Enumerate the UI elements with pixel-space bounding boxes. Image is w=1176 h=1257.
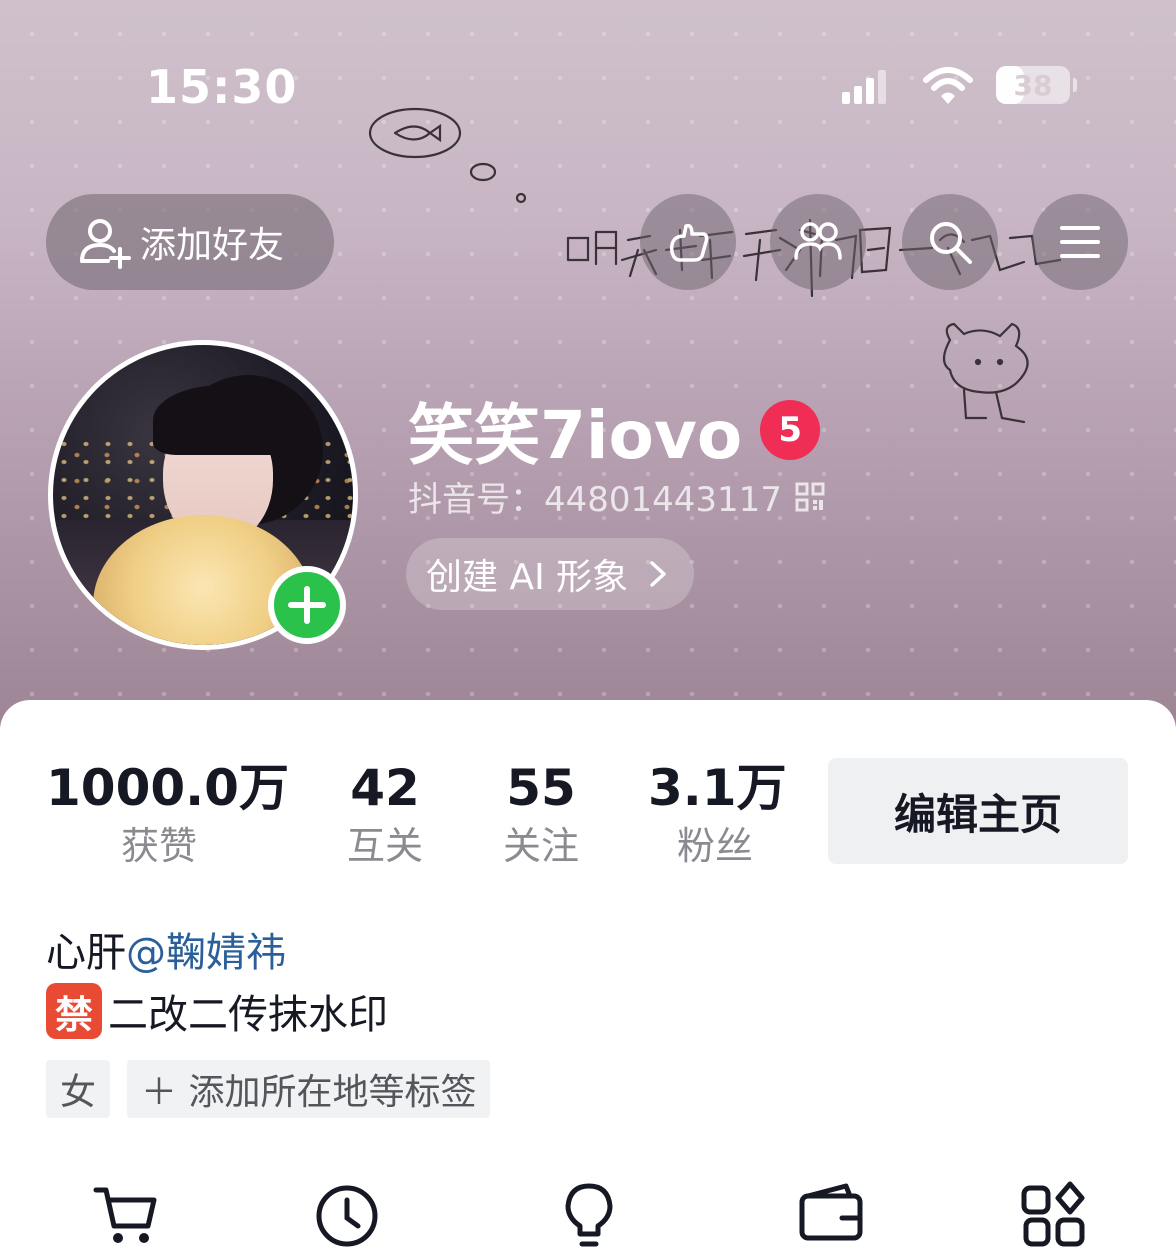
create-ai-avatar-label: 创建 AI 形象	[426, 557, 629, 598]
stat-followers[interactable]: 3.1万 粉丝	[648, 758, 787, 874]
bio-line-2: 禁 二改二传抹水印	[46, 982, 388, 1040]
add-story-button[interactable]	[268, 566, 346, 644]
prohibited-emoji: 禁	[46, 983, 102, 1039]
profile-name: 笑笑7iovo	[408, 397, 743, 474]
battery-level: 38	[1013, 68, 1053, 102]
stat-following-value: 55	[506, 759, 576, 817]
plus-icon	[288, 586, 326, 624]
cart-icon[interactable]	[92, 1180, 162, 1250]
visitor-button[interactable]	[640, 194, 736, 290]
bio-mention-link[interactable]: @鞠婧祎	[126, 930, 286, 976]
add-tag-button[interactable]: ＋ 添加所在地等标签	[127, 1060, 491, 1118]
douyin-id: 抖音号：44801443117	[408, 480, 782, 520]
stat-followers-value: 3.1万	[648, 759, 787, 817]
edit-profile-button[interactable]: 编辑主页	[828, 758, 1128, 864]
clock-icon[interactable]	[312, 1180, 382, 1250]
stat-likes-value: 1000.0万	[46, 759, 289, 817]
create-ai-avatar-button[interactable]: 创建 AI 形象	[406, 538, 695, 610]
signal-icon	[842, 70, 886, 104]
profile-name-row: 笑笑7iovo 5	[408, 382, 821, 478]
status-time: 15:30	[146, 60, 298, 114]
stat-mutual-label: 互关	[346, 824, 423, 868]
stat-mutual[interactable]: 42 互关	[330, 758, 440, 874]
douyin-id-row[interactable]: 抖音号：44801443117	[408, 472, 826, 521]
gender-tag[interactable]: 女	[46, 1060, 111, 1118]
qr-code-icon[interactable]	[794, 481, 826, 513]
lightbulb-icon[interactable]	[554, 1180, 624, 1250]
search-button[interactable]	[902, 194, 998, 290]
stat-likes[interactable]: 1000.0万 获赞	[46, 758, 289, 874]
friends-icon	[794, 222, 842, 260]
friends-button[interactable]	[770, 194, 866, 290]
profile-header-background: 15:30 38 添加好友 笑笑7iovo 5 抖音号：44801443117 …	[0, 0, 1176, 740]
menu-icon	[1060, 226, 1100, 258]
bio-text-2: 二改二传抹水印	[108, 992, 388, 1038]
wallet-icon[interactable]	[796, 1180, 866, 1250]
add-friend-label: 添加好友	[140, 225, 285, 266]
apps-icon[interactable]	[1018, 1180, 1088, 1250]
bio-line-1: 心肝@鞠婧祎	[46, 920, 286, 978]
stat-followers-label: 粉丝	[676, 824, 753, 868]
stat-likes-label: 获赞	[120, 824, 197, 868]
stat-following[interactable]: 55 关注	[486, 758, 596, 874]
add-friend-icon	[80, 219, 131, 269]
add-friend-button[interactable]: 添加好友	[46, 194, 334, 290]
stat-following-label: 关注	[502, 824, 579, 868]
chevron-right-icon	[650, 561, 666, 587]
visitor-icon	[670, 223, 709, 262]
menu-button[interactable]	[1032, 194, 1128, 290]
search-icon	[930, 222, 972, 264]
bio-text: 心肝	[46, 930, 126, 976]
battery-icon: 38	[996, 66, 1077, 104]
wifi-icon	[923, 67, 973, 104]
notification-badge[interactable]: 5	[760, 400, 821, 460]
stat-mutual-value: 42	[350, 759, 420, 817]
